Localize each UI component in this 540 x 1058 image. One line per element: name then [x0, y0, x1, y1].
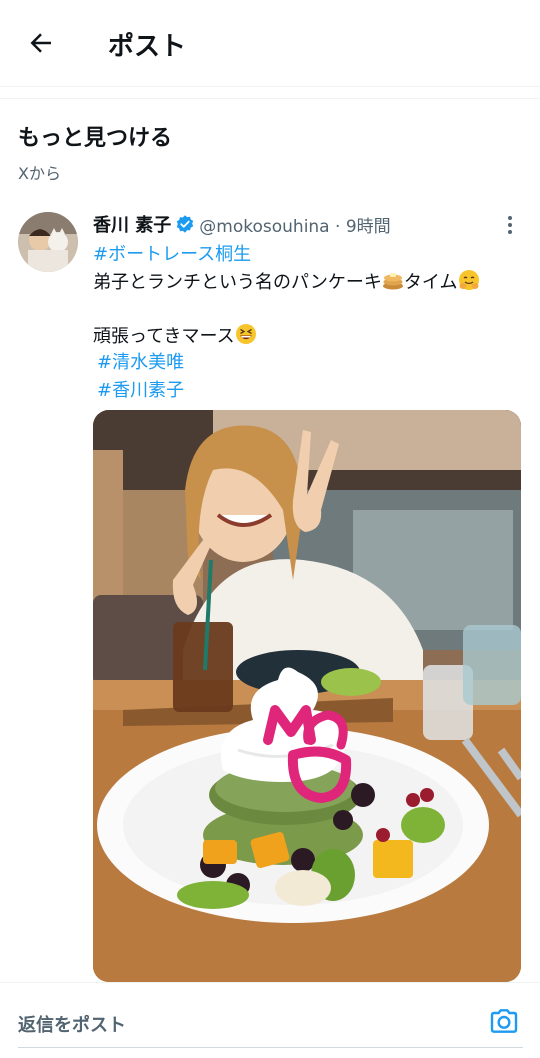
reply-bar: 返信をポスト: [0, 982, 540, 1058]
hashtag-shimizu[interactable]: #清水美唯: [97, 352, 184, 373]
reply-underline: [18, 1047, 523, 1048]
divider: [0, 98, 540, 99]
post-text-line-4: #清水美唯: [97, 348, 184, 374]
camera-icon[interactable]: [488, 1005, 520, 1037]
pancake-emoji-icon: [382, 273, 403, 290]
handle-and-time: @mokosouhina · 9時間: [199, 216, 391, 237]
verified-icon: [177, 215, 194, 233]
post-text: 弟子とランチという名のパンケーキ: [93, 272, 382, 293]
post-text-line-2: 弟子とランチという名のパンケーキ タイム: [93, 268, 480, 294]
post-text: 頑張ってきマース: [93, 326, 235, 347]
avatar[interactable]: [18, 212, 78, 272]
grinning-squint-emoji-icon: [235, 324, 256, 344]
author-name[interactable]: 香川 素子: [93, 211, 171, 237]
hugging-emoji-icon: [458, 270, 479, 290]
avatar-image: [18, 212, 78, 272]
section-title: もっと見つける: [18, 126, 173, 151]
post-text-line-3: 頑張ってきマース: [93, 322, 257, 348]
reply-input[interactable]: 返信をポスト: [18, 1011, 126, 1037]
section-subtitle: Xから: [18, 164, 61, 183]
post-header: 香川 素子 @mokosouhina · 9時間: [93, 210, 391, 238]
post-text-line-5: #香川素子: [97, 376, 184, 402]
post-text-cont: タイム: [403, 272, 458, 293]
back-arrow-icon[interactable]: [26, 28, 56, 58]
more-vertical-icon[interactable]: [500, 214, 520, 236]
post-text-line-1: #ボートレース桐生: [93, 240, 251, 266]
hashtag-kagawa[interactable]: #香川素子: [97, 380, 184, 401]
top-bar: ポスト: [0, 0, 540, 87]
page-title: ポスト: [108, 32, 187, 62]
hashtag-boatrace-kiryu[interactable]: #ボートレース桐生: [93, 244, 251, 265]
photo-illustration: [93, 410, 521, 982]
post-photo[interactable]: [93, 410, 521, 982]
